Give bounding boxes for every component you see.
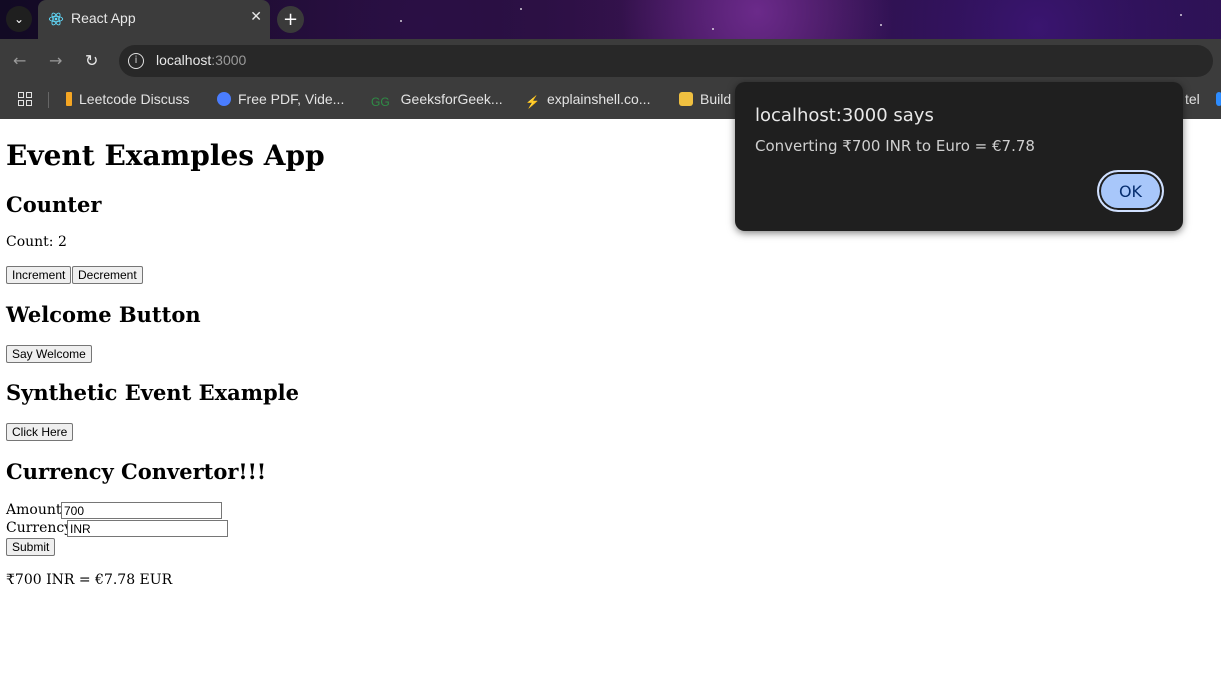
browser-toolbar: ← → ↻ i localhost:3000	[0, 39, 1221, 83]
bookmark-overflow-icon	[1215, 92, 1221, 106]
star-decoration	[712, 28, 714, 30]
amount-input[interactable]	[61, 502, 222, 519]
explainshell-icon: ⚡	[525, 95, 540, 109]
star-decoration	[520, 8, 522, 10]
page-title: Event Examples App	[6, 139, 325, 172]
counter-heading: Counter	[6, 192, 102, 217]
react-icon	[48, 12, 64, 26]
bookmark-free-pdf[interactable]: Free PDF, Vide...	[217, 91, 344, 107]
back-icon[interactable]: ←	[13, 51, 26, 70]
conversion-result: ₹700 INR = €7.78 EUR	[6, 572, 173, 588]
build-icon	[679, 92, 693, 106]
close-icon[interactable]: ✕	[250, 9, 262, 25]
ok-button[interactable]: OK	[1097, 170, 1164, 212]
star-decoration	[400, 20, 402, 22]
synthetic-heading: Synthetic Event Example	[6, 380, 299, 405]
dialog-title: localhost:3000 says	[755, 105, 934, 126]
dialog-message: Converting ₹700 INR to Euro = €7.78	[755, 137, 1035, 155]
chevron-down-icon: ⌄	[13, 12, 25, 26]
bookmark-build[interactable]: Build	[679, 91, 731, 107]
star-decoration	[880, 24, 882, 26]
bookmark-separator	[48, 92, 49, 108]
apps-icon[interactable]	[18, 92, 32, 106]
site-info-icon[interactable]: i	[128, 53, 144, 69]
bookmark-leetcode[interactable]: Leetcode Discuss	[66, 91, 190, 107]
currency-input[interactable]	[67, 520, 228, 537]
bookmark-explainshell[interactable]: ⚡ explainshell.co...	[525, 91, 650, 109]
count-text: Count: 2	[6, 234, 67, 250]
url-text: localhost:3000	[156, 52, 247, 68]
increment-button[interactable]: Increment	[6, 266, 72, 284]
tab-strip: ⌄ React App ✕ +	[0, 0, 1221, 39]
address-bar[interactable]: i localhost:3000	[119, 45, 1213, 77]
submit-button[interactable]: Submit	[6, 538, 56, 556]
amount-label: Amount:	[6, 502, 67, 518]
currency-heading: Currency Convertor!!!	[6, 459, 267, 484]
leetcode-icon	[66, 92, 72, 106]
decrement-button[interactable]: Decrement	[72, 266, 143, 284]
new-tab-button[interactable]: +	[277, 6, 304, 33]
alert-dialog: localhost:3000 says Converting ₹700 INR …	[735, 82, 1183, 231]
say-welcome-button[interactable]: Say Welcome	[6, 345, 92, 363]
geeksforgeeks-icon: GG	[371, 95, 390, 109]
bookmark-geeksforgeeks[interactable]: GG GeeksforGeek...	[371, 91, 503, 109]
click-here-button[interactable]: Click Here	[6, 423, 74, 441]
tab-react-app[interactable]: React App ✕	[38, 0, 270, 39]
welcome-heading: Welcome Button	[6, 302, 201, 327]
reload-icon[interactable]: ↻	[85, 51, 98, 70]
tab-title: React App	[71, 10, 136, 26]
bookmark-tel[interactable]: tel	[1185, 91, 1221, 107]
forward-icon[interactable]: →	[49, 51, 62, 70]
star-decoration	[1180, 14, 1182, 16]
free-pdf-icon	[217, 92, 231, 106]
tab-search-button[interactable]: ⌄	[6, 6, 32, 32]
